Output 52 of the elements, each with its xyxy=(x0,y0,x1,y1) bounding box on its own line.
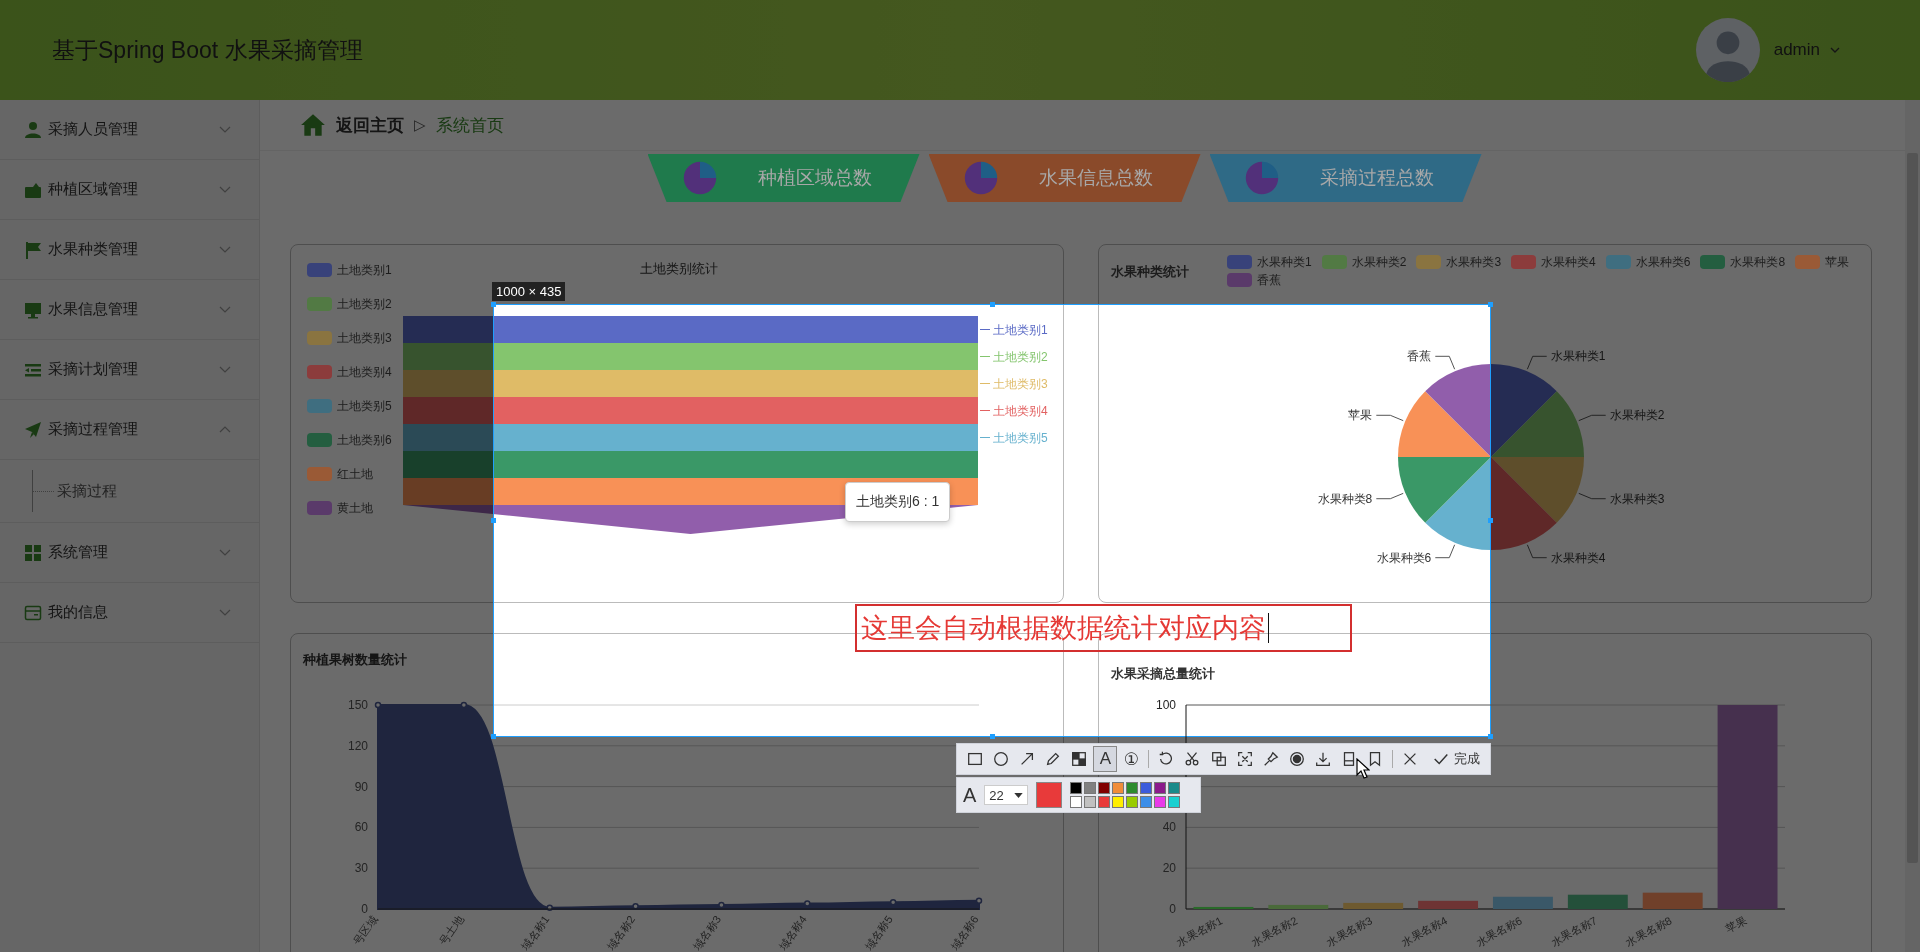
axis-tick-label: 30 xyxy=(354,861,368,876)
axis-tick-label: 90 xyxy=(354,779,368,794)
selection-size-label: 1000 × 435 xyxy=(492,282,566,301)
axis-tick-label: 60 xyxy=(354,820,368,835)
axis-tick-label: 域名称6 xyxy=(948,913,981,952)
stat-card-label: 种植区域总数 xyxy=(757,166,872,190)
breadcrumb-separator: ▷ xyxy=(414,116,426,134)
axis-tick-label: 150 xyxy=(347,698,368,712)
axis-tick-label: 0 xyxy=(361,902,368,916)
pie-label: 水果种类1 xyxy=(1550,349,1606,364)
pie-label: 水果种类6 xyxy=(1376,550,1432,565)
pie-label: 香蕉 xyxy=(1407,349,1432,364)
axis-tick-label: 苹果 xyxy=(1723,914,1749,936)
pie-label: 水果种类8 xyxy=(1317,491,1373,506)
stat-card-label: 水果信息总数 xyxy=(1038,166,1153,190)
axis-tick-label: 0 xyxy=(1169,902,1176,916)
axis-tick-label: 40 xyxy=(1162,820,1176,835)
axis-tick-label: 水果名称8 xyxy=(1623,914,1674,949)
chart-title: 水果采摘总量统计 xyxy=(1111,666,1215,681)
chart-tooltip: 土地类别6 : 1 xyxy=(845,482,951,522)
axis-tick-label: 域名称5 xyxy=(862,913,895,952)
pie-label: 苹果 xyxy=(1348,408,1373,423)
axis-tick-label: 20 xyxy=(1162,861,1176,876)
axis-tick-label: 水果名称7 xyxy=(1548,914,1599,949)
funnel-label: 土地类别1 xyxy=(993,322,1048,337)
axis-tick-label: 水果名称6 xyxy=(1474,914,1524,949)
funnel-label: 土地类别2 xyxy=(993,349,1048,364)
font-icon: A xyxy=(963,783,977,807)
axis-tick-label: 水果名称4 xyxy=(1399,914,1449,949)
axis-tick-label: 120 xyxy=(347,738,368,753)
axis-tick-label: 域名称4 xyxy=(776,913,809,952)
axis-tick-label: 水果名称2 xyxy=(1249,914,1300,949)
chart-title: 水果种类统计 xyxy=(1111,263,1189,281)
axis-tick-label: 水果名称3 xyxy=(1324,914,1375,949)
app-title: 基于Spring Boot 水果采摘管理 xyxy=(52,35,363,65)
axis-tick-label: 域名称2 xyxy=(604,913,638,952)
funnel-label: 土地类别5 xyxy=(993,430,1048,445)
breadcrumb-current: 系统首页 xyxy=(435,114,504,137)
chart-title: 种植果树数量统计 xyxy=(303,652,407,667)
axis-tick-label: 号土地 xyxy=(436,913,466,948)
axis-tick-label: 域名称1 xyxy=(519,913,552,952)
axis-tick-label: 100 xyxy=(1155,698,1176,712)
axis-tick-label: 域名称3 xyxy=(690,913,724,952)
stat-card-label: 采摘过程总数 xyxy=(1319,166,1434,190)
pie-label: 水果种类4 xyxy=(1550,550,1606,565)
chart-title: 土地类别统计 xyxy=(640,261,718,276)
funnel-label: 土地类别3 xyxy=(993,376,1048,391)
axis-tick-label: 水果名称1 xyxy=(1174,914,1225,949)
axis-tick-label: 号区域 xyxy=(350,913,380,948)
pie-label: 水果种类2 xyxy=(1609,408,1665,423)
funnel-label: 土地类别4 xyxy=(993,403,1048,418)
pie-label: 水果种类3 xyxy=(1609,491,1665,506)
